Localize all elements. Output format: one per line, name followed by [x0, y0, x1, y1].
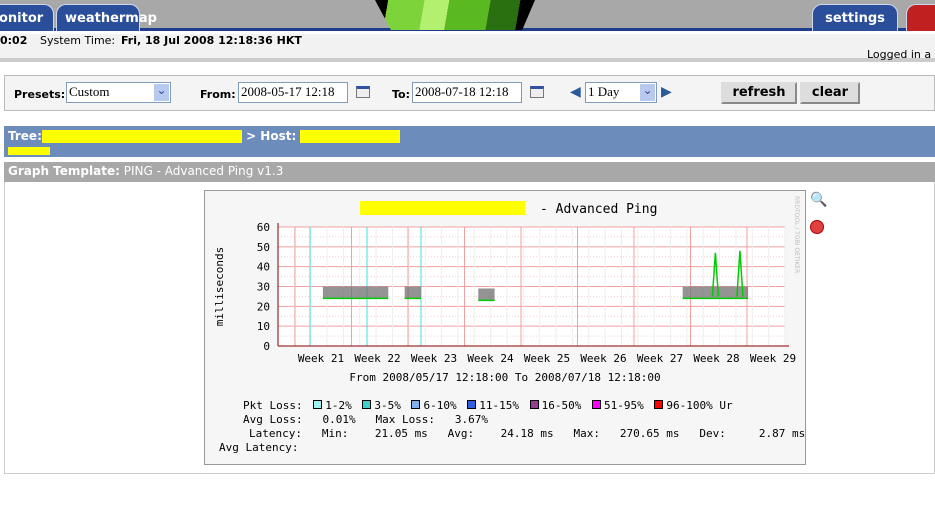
unknown-label: Ur	[719, 399, 733, 412]
x-tick-label: Week 28	[693, 352, 739, 365]
legend-label: 16-50%	[541, 399, 582, 412]
x-tick-label: Week 27	[637, 352, 683, 365]
x-tick-label: Week 23	[411, 352, 457, 365]
redacted	[300, 130, 401, 143]
x-tick-label: Week 22	[354, 352, 400, 365]
latency-band	[682, 286, 749, 299]
chart-subtitle: From 2008/05/17 12:18:00 To 2008/07/18 1…	[349, 371, 660, 384]
legend-label: 11-15%	[479, 399, 519, 412]
legend-swatch	[411, 400, 421, 409]
legend-swatch	[313, 400, 323, 409]
x-tick-label: Week 24	[467, 352, 514, 365]
chart-title: - Advanced Ping	[540, 202, 657, 217]
to-label: To:	[392, 88, 410, 101]
avg-latency: Avg Latency:	[219, 441, 299, 454]
legend-swatch	[654, 400, 664, 409]
info-bar: 0:02 System Time: Fri, 18 Jul 2008 12:18…	[0, 34, 935, 62]
loss-legend-item: 3-5%	[358, 399, 407, 412]
shift-right-icon[interactable]: ▶	[661, 84, 672, 100]
x-tick-label: Week 21	[298, 352, 344, 365]
to-input[interactable]: 2008-07-18 12:18	[412, 82, 522, 103]
pkt-loss-label: Pkt Loss:	[243, 399, 303, 412]
y-tick-label: 20	[257, 300, 270, 313]
latency-stats: Latency: Min: 21.05 ms Avg: 24.18 ms Max…	[249, 427, 806, 440]
uptime: 0:02	[0, 34, 28, 47]
presets-select[interactable]: Custom	[66, 82, 171, 103]
properties-icon[interactable]	[810, 220, 824, 234]
tree-header: Tree: > Host:	[4, 126, 935, 157]
x-tick-label: Week 25	[524, 352, 570, 365]
redacted	[41, 130, 242, 143]
zoom-icon[interactable]: 🔍	[810, 192, 827, 208]
latency-band	[404, 286, 422, 299]
graph-template-bar: Graph Template: PING - Advanced Ping v1.…	[4, 162, 935, 182]
timespan-select[interactable]: 1 Day	[585, 82, 657, 103]
legend-swatch	[529, 400, 539, 409]
legend-label: 1-2%	[325, 399, 352, 412]
tab-monitor[interactable]: onitor	[0, 4, 54, 31]
legend-swatch	[591, 400, 601, 409]
legend-label: 51-95%	[603, 399, 644, 412]
y-tick-label: 40	[257, 261, 270, 274]
tab-settings[interactable]: settings	[812, 4, 898, 31]
from-input[interactable]: 2008-05-17 12:18	[238, 82, 348, 103]
loss-legend-item: 16-50%	[526, 399, 588, 412]
latency-band	[322, 286, 389, 299]
x-tick-label: Week 26	[580, 352, 626, 365]
y-tick-label: 0	[263, 340, 270, 353]
shift-left-icon[interactable]: ◀	[570, 84, 581, 100]
y-tick-label: 50	[257, 241, 270, 254]
clear-button[interactable]: clear	[800, 82, 860, 104]
y-tick-label: 30	[257, 281, 270, 294]
host-label: > Host:	[246, 129, 297, 143]
ping-graph[interactable]: Week 21 Week 22 Week 23 Week 24 Week 25 Week …	[204, 190, 806, 465]
tab-graphs[interactable]	[906, 4, 935, 31]
x-tick-label: Week 29	[750, 352, 796, 365]
logo	[375, 0, 535, 30]
calendar-icon[interactable]	[530, 86, 544, 98]
graph-template-value: PING - Advanced Ping v1.3	[123, 164, 284, 178]
tab-weathermap[interactable]: weathermap	[56, 4, 157, 31]
y-tick-label: 60	[257, 221, 270, 234]
legend-label: 6-10%	[423, 399, 457, 412]
pkt-loss-legend: Pkt Loss: 1-2% 3-5% 6-10% 11-15% 16-50% …	[243, 399, 733, 412]
legend-label: 96-100%	[666, 399, 713, 412]
latency-band	[478, 288, 495, 301]
redacted	[8, 146, 50, 155]
presets-label: Presets:	[14, 88, 66, 101]
loss-legend-item: 6-10%	[407, 399, 463, 412]
loss-legend-item: 1-2%	[309, 399, 358, 412]
avg-loss: Avg Loss: 0.01% Max Loss: 3.67%	[243, 413, 489, 426]
legend-swatch	[362, 400, 372, 409]
loss-legend-item: 11-15%	[463, 399, 525, 412]
refresh-button[interactable]: refresh	[721, 82, 797, 104]
from-label: From:	[200, 88, 236, 101]
top-nav: onitor weathermap settings	[0, 0, 935, 31]
system-time-label: System Time:	[40, 34, 116, 47]
redacted	[360, 201, 525, 215]
loss-legend-item: 96-100%	[650, 399, 719, 412]
watermark: RRDTOOL / TOBI OETIKER	[793, 196, 800, 273]
legend-label: 3-5%	[374, 399, 401, 412]
y-tick-label: 10	[257, 320, 270, 333]
y-axis-label: milliseconds	[213, 247, 226, 326]
system-time: Fri, 18 Jul 2008 12:18:36 HKT	[121, 34, 302, 47]
calendar-icon[interactable]	[356, 86, 370, 98]
graph-template-label: Graph Template:	[8, 164, 120, 178]
tree-label: Tree:	[8, 129, 42, 143]
loss-legend-item: 51-95%	[588, 399, 650, 412]
legend-swatch	[467, 400, 477, 409]
logged-in: Logged in a	[867, 48, 932, 61]
timespan-form: Presets: Custom From: 2008-05-17 12:18 T…	[4, 75, 935, 111]
